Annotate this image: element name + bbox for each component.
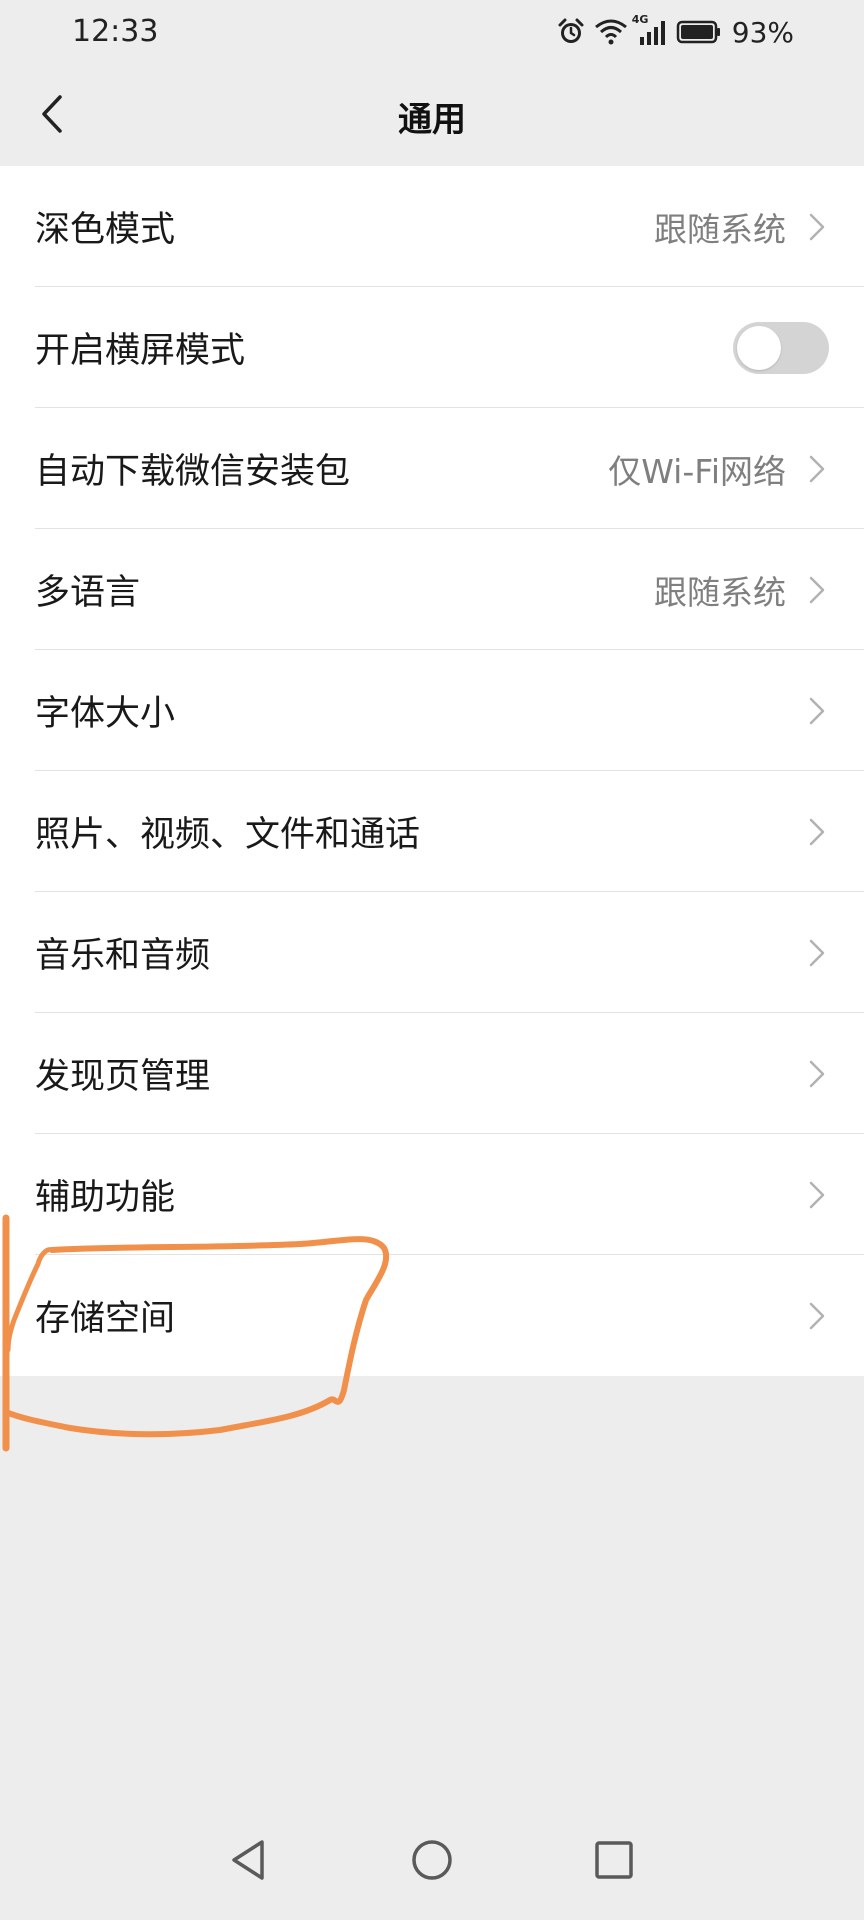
row-value: 跟随系统: [654, 572, 786, 612]
settings-row-music-audio[interactable]: 音乐和音频: [0, 892, 864, 1013]
alarm-icon: [556, 17, 586, 47]
chevron-right-icon: [809, 1181, 825, 1208]
row-label: 深色模式: [35, 210, 176, 250]
row-label: 开启横屏模式: [35, 331, 246, 371]
nav-bar: 通用: [0, 64, 864, 166]
chevron-right-icon: [809, 213, 825, 240]
square-recents-icon: [595, 1841, 633, 1879]
row-label: 多语言: [35, 573, 141, 613]
settings-list: 深色模式 跟随系统 开启横屏模式 自动下载微信安装包 仅Wi-Fi网络 多语言 …: [0, 166, 864, 1376]
settings-row-accessibility[interactable]: 辅助功能: [0, 1134, 864, 1255]
wifi-icon: [594, 17, 628, 47]
row-label: 自动下载微信安装包: [35, 452, 351, 492]
system-recents-button[interactable]: [584, 1830, 644, 1890]
row-value: 跟随系统: [654, 209, 786, 249]
circle-home-icon: [412, 1840, 452, 1880]
row-label: 音乐和音频: [35, 936, 211, 976]
settings-row-storage[interactable]: 存储空间: [0, 1255, 864, 1376]
system-nav-bar: [0, 1820, 864, 1920]
landscape-toggle[interactable]: [733, 321, 829, 374]
page-title: 通用: [398, 100, 466, 140]
chevron-right-icon: [809, 455, 825, 482]
triangle-back-icon: [232, 1840, 264, 1880]
status-time: 12:33: [72, 14, 159, 49]
battery-icon: [676, 17, 722, 47]
network-type: 4G: [631, 13, 649, 26]
system-home-button[interactable]: [402, 1830, 462, 1890]
settings-row-font-size[interactable]: 字体大小: [0, 650, 864, 771]
system-back-button[interactable]: [218, 1830, 278, 1890]
settings-row-language[interactable]: 多语言 跟随系统: [0, 529, 864, 650]
toggle-knob: [737, 325, 781, 370]
chevron-right-icon: [809, 1060, 825, 1087]
status-icons: 4G 93%: [556, 12, 794, 52]
cellular-signal-icon: 4G: [632, 13, 668, 47]
row-value: 仅Wi-Fi网络: [608, 451, 786, 491]
chevron-right-icon: [809, 818, 825, 845]
chevron-right-icon: [809, 939, 825, 966]
battery-percent: 93%: [731, 15, 794, 49]
chevron-right-icon: [809, 576, 825, 603]
settings-row-media-files[interactable]: 照片、视频、文件和通话: [0, 771, 864, 892]
row-label: 辅助功能: [35, 1178, 176, 1218]
row-label: 照片、视频、文件和通话: [35, 815, 421, 855]
status-bar: 12:33 4G 93%: [0, 0, 864, 64]
settings-row-discover-manage[interactable]: 发现页管理: [0, 1013, 864, 1134]
settings-row-auto-download[interactable]: 自动下载微信安装包 仅Wi-Fi网络: [0, 408, 864, 529]
row-label: 字体大小: [35, 694, 176, 734]
settings-row-dark-mode[interactable]: 深色模式 跟随系统: [0, 166, 864, 287]
settings-row-landscape-mode: 开启横屏模式: [0, 287, 864, 408]
chevron-right-icon: [809, 1302, 825, 1329]
row-label: 发现页管理: [35, 1057, 211, 1097]
row-label: 存储空间: [35, 1299, 176, 1339]
chevron-right-icon: [809, 697, 825, 724]
